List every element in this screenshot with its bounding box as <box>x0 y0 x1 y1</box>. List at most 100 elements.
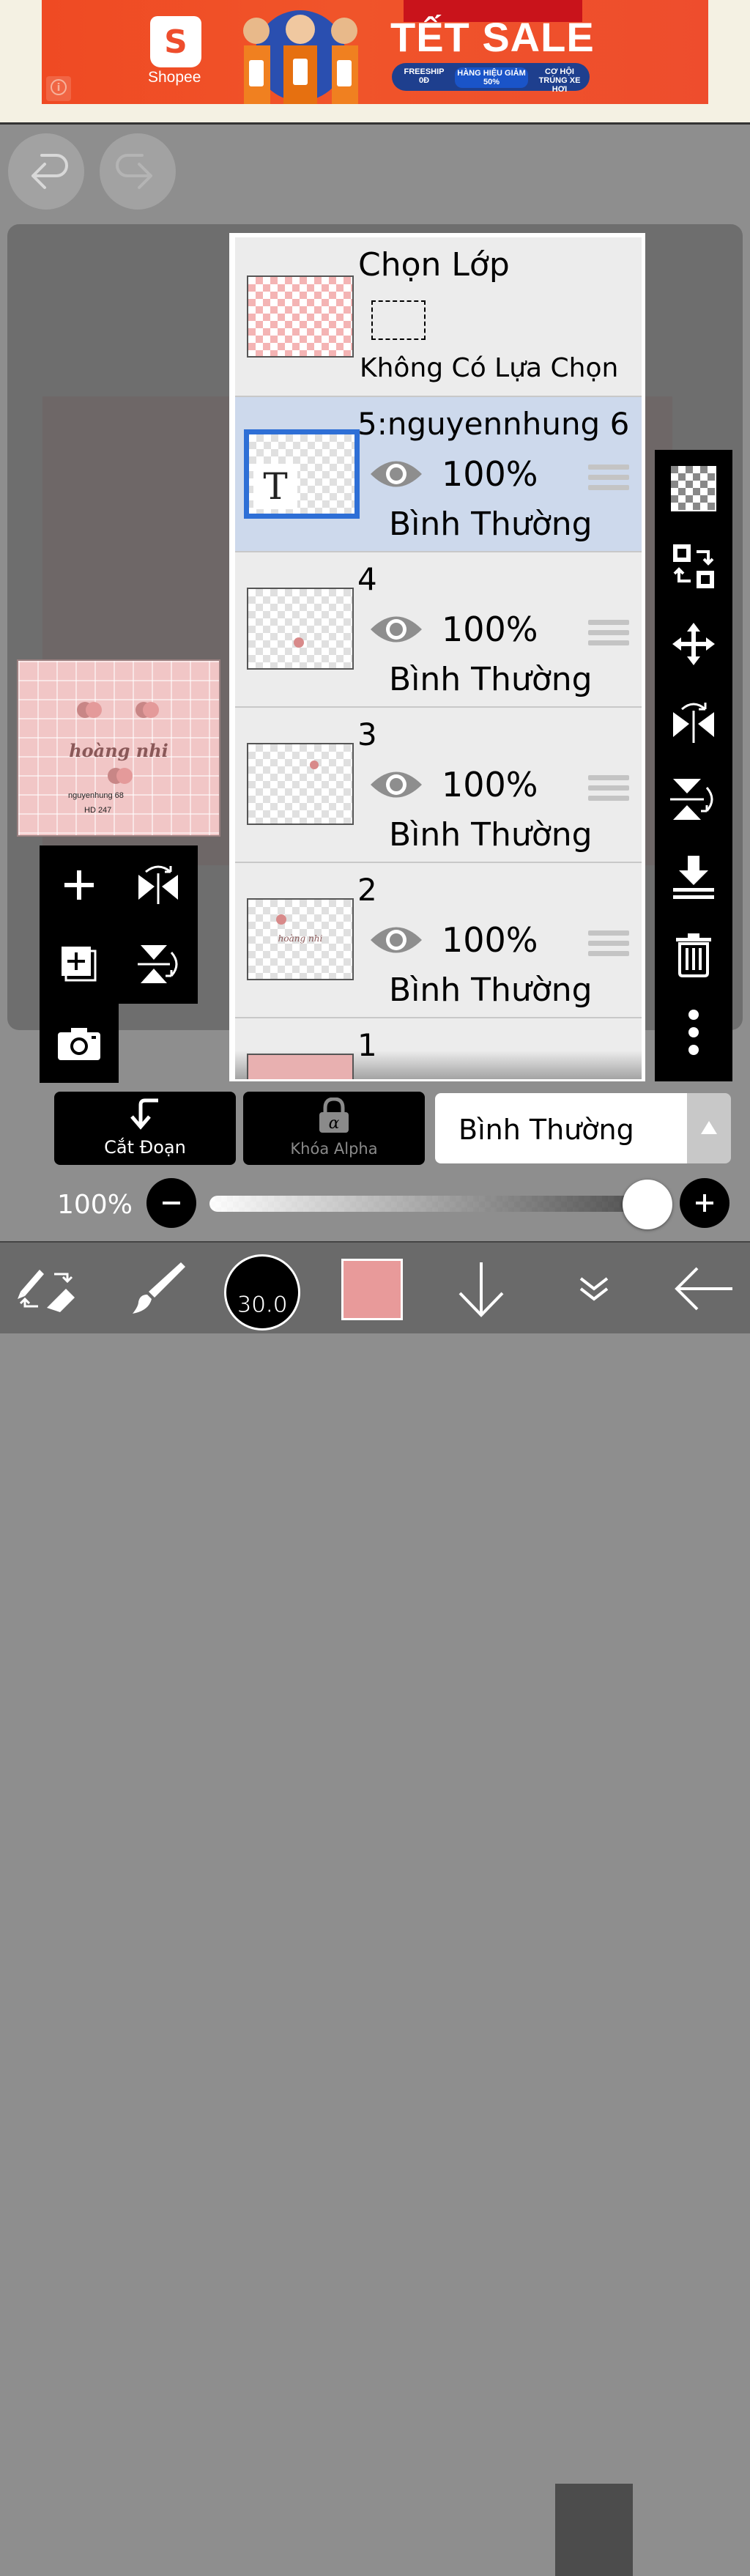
selection-status: Không Có Lựa Chọn <box>360 353 619 383</box>
camera-icon <box>58 1028 100 1060</box>
layer-list[interactable]: Chọn Lớp Không Có Lựa Chọn T 5:nguyennhu… <box>235 237 642 1079</box>
flip-vertical-layer-icon <box>138 945 178 983</box>
flip-layer-button[interactable] <box>119 845 198 925</box>
blend-mode-dropdown-button[interactable] <box>687 1093 731 1163</box>
more-icon <box>688 1010 699 1055</box>
ad-headline: TẾT SALE <box>390 14 595 60</box>
undo-button[interactable] <box>8 133 84 210</box>
merge-down-button[interactable] <box>655 838 732 916</box>
brush-size-value: 30.0 <box>237 1292 288 1319</box>
layer-name: 5:nguyennhung 6 <box>357 406 630 442</box>
drag-handle-icon[interactable] <box>588 620 629 649</box>
import-photo-button[interactable] <box>40 1004 119 1083</box>
layer-opacity: 100% <box>442 610 538 649</box>
clipping-label: Cắt Đoạn <box>104 1137 186 1158</box>
brush-tool-button[interactable] <box>117 1243 198 1335</box>
opacity-slider[interactable] <box>209 1196 649 1212</box>
trash-icon <box>676 933 711 977</box>
ad-pill: FREESHIP 0Đ <box>404 67 445 85</box>
thumb-dot <box>294 637 304 648</box>
text-layer-icon: T <box>253 464 297 509</box>
layers-tab[interactable] <box>555 2484 633 2576</box>
brush-icon <box>133 1262 185 1314</box>
drag-handle-icon[interactable] <box>588 930 629 960</box>
layer-blend-mode: Bình Thường <box>389 506 593 543</box>
redo-icon <box>116 154 152 189</box>
thumb-dot <box>276 914 286 925</box>
layer-name: 2 <box>357 872 377 908</box>
chevron-double-down-icon <box>579 1277 609 1301</box>
layer-row[interactable]: 4 100% Bình Thường <box>235 552 642 708</box>
arrow-down-icon <box>458 1262 504 1317</box>
move-button[interactable] <box>655 605 732 683</box>
ad-pill: HÀNG HIỆU GIẢM 50% <box>455 67 528 88</box>
ad-strip: S Shopee TẾT SALE FREESHIP 0Đ HÀNG HIỆU … <box>0 0 750 125</box>
alpha-lock-icon: α <box>319 1098 349 1133</box>
back-button[interactable] <box>664 1243 744 1335</box>
ad-brand: Shopee <box>148 69 201 86</box>
info-icon[interactable]: i <box>46 76 71 101</box>
layer-tools <box>40 845 198 1004</box>
duplicate-layer-button[interactable] <box>40 925 119 1004</box>
alpha-lock-button[interactable]: α Khóa Alpha <box>243 1092 425 1165</box>
layer-row[interactable]: T 5:nguyennhung 6 100% Bình Thường <box>235 397 642 552</box>
thumb-text: hoàng nhi <box>278 933 323 944</box>
preview-dot <box>86 702 102 718</box>
svg-text:α: α <box>329 1114 340 1133</box>
layer-row[interactable]: hoàng nhi 2 100% Bình Thường <box>235 863 642 1018</box>
plus-icon <box>696 1194 713 1212</box>
flip-horizontal-icon <box>673 703 714 743</box>
clipping-button[interactable]: Cắt Đoạn <box>54 1092 236 1165</box>
opacity-slider-knob[interactable] <box>623 1180 672 1229</box>
opacity-decrease-button[interactable] <box>146 1178 196 1228</box>
brush-size-button[interactable]: 30.0 <box>224 1254 300 1330</box>
swap-layers-button[interactable] <box>655 528 732 605</box>
preview-text-line: nguyenhung 68 <box>68 791 124 800</box>
opacity-label: 100% <box>57 1190 133 1220</box>
transparency-button[interactable] <box>655 450 732 528</box>
visibility-eye-icon[interactable] <box>369 768 423 802</box>
more-options-button[interactable] <box>655 993 732 1071</box>
flip-vertical-icon <box>670 779 713 820</box>
ad-pill: CƠ HỘI TRÚNG XE HƠI <box>538 67 581 94</box>
flip-vertical-button[interactable] <box>655 760 732 838</box>
layer-blend-mode: Bình Thường <box>389 816 593 854</box>
add-layer-button[interactable] <box>40 845 119 925</box>
chevron-up-icon <box>701 1121 717 1134</box>
flip-vertical-layer-button[interactable] <box>119 925 198 1004</box>
drag-handle-icon[interactable] <box>588 775 629 804</box>
visibility-eye-icon[interactable] <box>369 457 423 491</box>
redo-button[interactable] <box>100 133 176 210</box>
selection-layer-row[interactable]: Chọn Lớp Không Có Lựa Chọn <box>235 237 642 397</box>
clip-arrow-icon <box>130 1098 158 1130</box>
visibility-eye-icon[interactable] <box>369 612 423 646</box>
add-layer-icon <box>64 870 94 900</box>
delete-layer-button[interactable] <box>655 916 732 993</box>
ad-banner[interactable]: S Shopee TẾT SALE FREESHIP 0Đ HÀNG HIỆU … <box>42 0 708 104</box>
layer-row[interactable]: 3 100% Bình Thường <box>235 708 642 863</box>
selection-marquee-icon <box>371 300 426 340</box>
blend-mode-select[interactable]: Bình Thường <box>435 1093 687 1163</box>
ad-pills: FREESHIP 0Đ HÀNG HIỆU GIẢM 50% CƠ HỘI TR… <box>392 63 590 94</box>
opacity-increase-button[interactable] <box>680 1178 729 1228</box>
move-down-button[interactable] <box>441 1243 521 1335</box>
arrow-left-icon <box>675 1267 732 1311</box>
selection-title: Chọn Lớp <box>358 246 510 284</box>
layers-collapse-button[interactable] <box>555 1243 633 1335</box>
transparency-icon <box>671 466 716 511</box>
artwork-preview[interactable]: hoàng nhi nguyenhung 68 HD 247 <box>17 659 220 837</box>
layer-row[interactable]: 1 <box>235 1018 642 1079</box>
drag-handle-icon[interactable] <box>588 465 629 494</box>
layer-name: 1 <box>357 1027 377 1063</box>
layer-blend-mode: Bình Thường <box>389 971 593 1009</box>
layer-thumbnail <box>247 588 354 670</box>
layer-opacity: 100% <box>442 454 538 494</box>
flip-horizontal-button[interactable] <box>655 683 732 760</box>
tool-switch-button[interactable] <box>7 1243 88 1335</box>
color-swatch[interactable] <box>341 1259 403 1320</box>
layer-opacity: 100% <box>442 920 538 960</box>
visibility-eye-icon[interactable] <box>369 923 423 957</box>
layer-opacity: 100% <box>442 765 538 804</box>
layer-panel[interactable]: Chọn Lớp Không Có Lựa Chọn T 5:nguyennhu… <box>229 233 645 1081</box>
preview-text-line: HD 247 <box>84 806 112 815</box>
